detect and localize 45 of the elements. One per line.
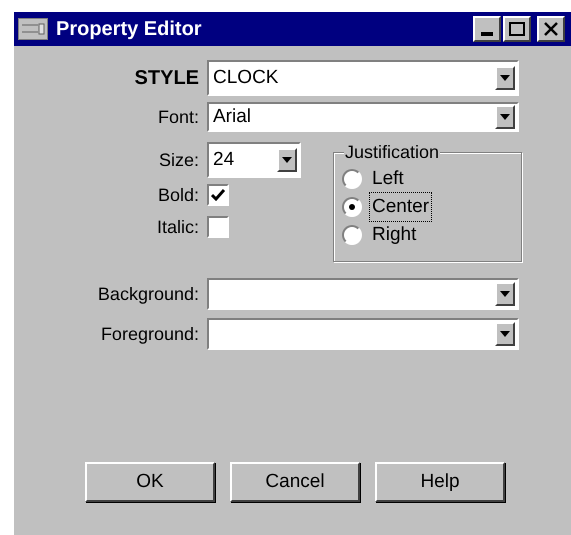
caret-icon <box>500 291 510 297</box>
field-label: Background: <box>96 282 200 306</box>
combo-value: 24 <box>213 148 234 172</box>
dropdown-button[interactable] <box>495 322 515 346</box>
font-dropdown[interactable]: Arial <box>207 102 519 132</box>
dialog-button[interactable]: Help <box>375 462 505 502</box>
field-label: Size: <box>158 148 200 172</box>
dialog-button[interactable]: Cancel <box>230 462 360 502</box>
combo-value: CLOCK <box>213 66 278 90</box>
combo-value: Arial <box>213 104 252 129</box>
checkbox[interactable] <box>207 184 229 206</box>
size-dropdown[interactable]: 24 <box>207 142 301 178</box>
field-label: Font: <box>156 106 200 128</box>
field-label: STYLE <box>134 66 200 91</box>
color-dropdown[interactable] <box>207 278 519 310</box>
radio-label: Right <box>371 222 418 247</box>
dropdown-button[interactable] <box>495 105 515 129</box>
radio-label: Center <box>370 192 432 222</box>
color-dropdown[interactable] <box>207 318 519 350</box>
window-title: Property Editor <box>56 17 203 42</box>
maximize-button[interactable] <box>503 16 531 42</box>
field-label: Foreground: <box>100 322 200 346</box>
dropdown-button[interactable] <box>495 66 515 90</box>
minimize-button[interactable] <box>473 16 501 42</box>
dropdown-button[interactable] <box>277 148 297 172</box>
caret-icon <box>500 75 510 81</box>
caret-icon <box>282 157 292 163</box>
style-dropdown[interactable]: CLOCK <box>207 60 519 96</box>
radio-button[interactable] <box>342 225 362 245</box>
checkbox[interactable] <box>207 216 229 238</box>
dropdown-button[interactable] <box>495 282 515 306</box>
maximize-icon <box>509 22 525 36</box>
check-icon <box>211 189 225 201</box>
field-label: Bold: <box>156 184 200 206</box>
close-icon <box>544 22 558 36</box>
minimize-icon <box>481 32 493 36</box>
window-icon <box>18 18 48 40</box>
caret-icon <box>500 331 510 337</box>
radio-button[interactable] <box>342 169 362 189</box>
caret-icon <box>500 114 510 120</box>
field-label: Italic: <box>156 216 200 238</box>
close-button[interactable] <box>537 16 565 42</box>
radio-label: Left <box>371 166 405 191</box>
dialog-button[interactable]: OK <box>85 462 215 502</box>
radio-button[interactable] <box>342 197 362 217</box>
